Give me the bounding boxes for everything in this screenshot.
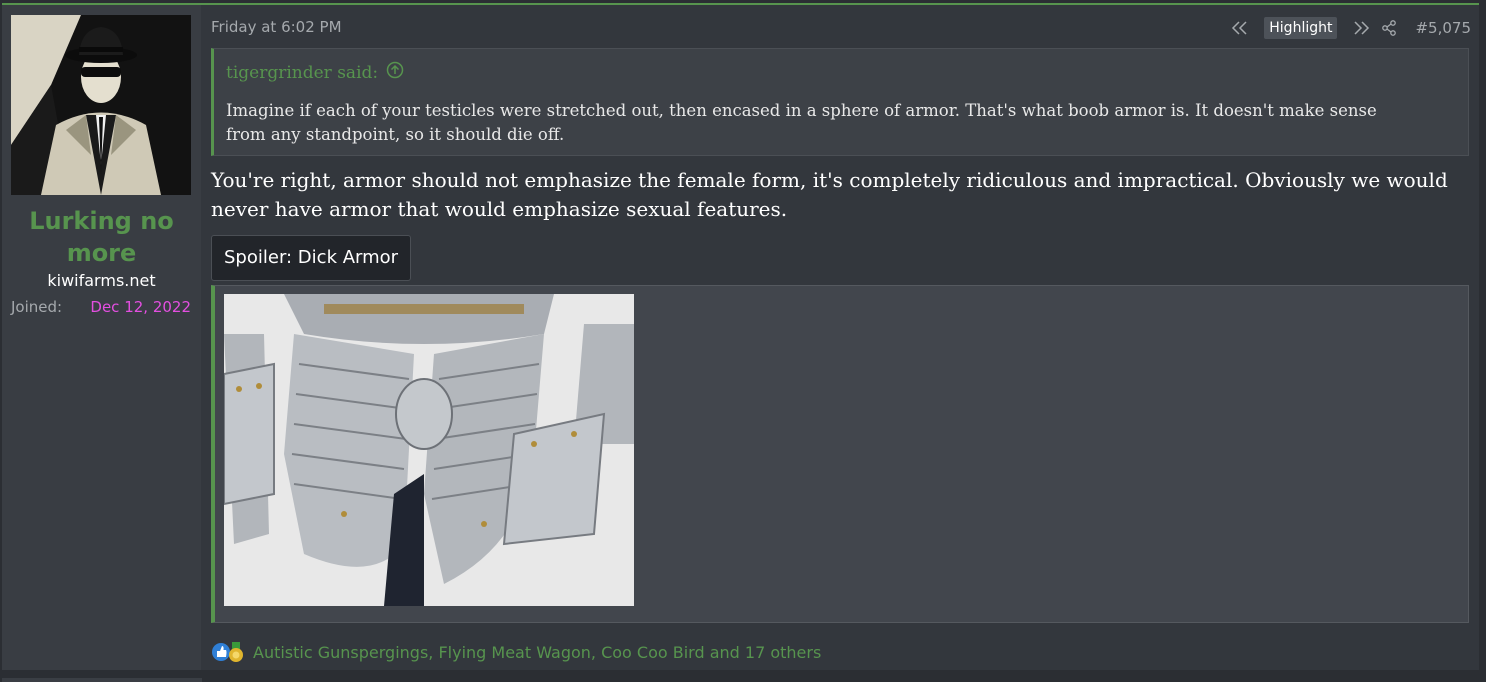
- share-icon[interactable]: [1379, 18, 1399, 38]
- reactions-list[interactable]: Autistic Gunspergings, Flying Meat Wagon…: [253, 643, 821, 662]
- reaction-icons: [211, 641, 247, 663]
- post-number-link[interactable]: #5,075: [1415, 19, 1471, 37]
- highlight-button[interactable]: Highlight: [1264, 17, 1338, 39]
- rewind-icon[interactable]: [1230, 18, 1250, 38]
- post-actions: Highlight #5,075: [1230, 17, 1471, 39]
- user-title: kiwifarms.net: [47, 271, 156, 290]
- joined-label: Joined:: [11, 298, 63, 316]
- quote-attribution[interactable]: tigergrinder said:: [226, 61, 404, 84]
- reactions-bar[interactable]: Autistic Gunspergings, Flying Meat Wagon…: [211, 641, 821, 663]
- fast-forward-icon[interactable]: [1351, 18, 1371, 38]
- username[interactable]: Lurking no more: [2, 205, 201, 269]
- arrow-up-circle-icon[interactable]: [386, 61, 404, 84]
- quote-text: Imagine if each of your testicles were s…: [226, 101, 1377, 144]
- avatar[interactable]: [11, 15, 191, 195]
- spoiler-button[interactable]: Spoiler: Dick Armor: [211, 235, 412, 281]
- quote-author[interactable]: tigergrinder said:: [226, 63, 378, 83]
- medal-icon: [232, 642, 240, 649]
- joined-date: Dec 12, 2022: [90, 298, 191, 316]
- armor-image[interactable]: [224, 294, 634, 606]
- quote-block: tigergrinder said: Imagine if each of yo…: [211, 48, 1469, 156]
- avatar-image: [11, 15, 191, 195]
- spoiler-content: [211, 285, 1469, 623]
- next-post-edge: [0, 672, 1486, 682]
- post-body: You're right, armor should not emphasize…: [211, 168, 1448, 221]
- post-container: Lurking no more kiwifarms.net Joined: De…: [2, 3, 1479, 670]
- post-timestamp[interactable]: Friday at 6:02 PM: [211, 18, 342, 36]
- user-sidebar: Lurking no more kiwifarms.net Joined: De…: [2, 5, 201, 670]
